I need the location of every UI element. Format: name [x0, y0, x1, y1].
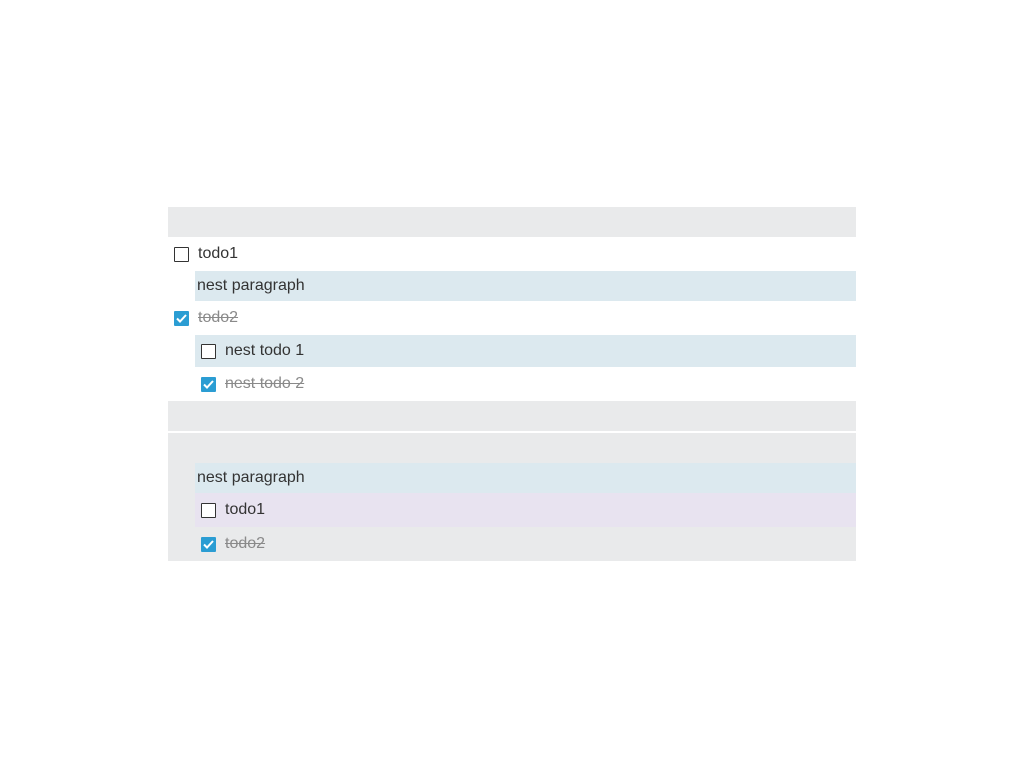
empty-block[interactable]	[168, 401, 856, 431]
nested-todo-item[interactable]: todo1	[195, 493, 856, 527]
todo-label: todo2	[198, 309, 239, 326]
todo-label: nest todo 1	[225, 342, 305, 359]
checkbox-checked-icon[interactable]	[201, 376, 216, 392]
nested-paragraph[interactable]: nest paragraph	[195, 271, 856, 301]
todo-label: todo1	[198, 245, 239, 262]
checkbox-unchecked-icon[interactable]	[201, 502, 216, 518]
nested-paragraph[interactable]: nest paragraph	[195, 463, 856, 493]
checkbox-unchecked-icon[interactable]	[174, 246, 189, 262]
empty-block[interactable]	[168, 433, 856, 463]
checkbox-checked-icon[interactable]	[174, 310, 189, 326]
paragraph-text: nest paragraph	[197, 277, 305, 294]
checkbox-checked-icon[interactable]	[201, 536, 216, 552]
todo-item[interactable]: todo1	[168, 237, 856, 271]
todo-label: todo2	[225, 535, 266, 552]
todo-item[interactable]: todo2	[168, 301, 856, 335]
checkbox-unchecked-icon[interactable]	[201, 343, 216, 359]
editor-document: todo1 nest paragraph todo2 nest todo 1 n…	[168, 207, 856, 561]
todo-label: nest todo 2	[225, 375, 305, 392]
nested-todo-item[interactable]: nest todo 1	[195, 335, 856, 367]
empty-block[interactable]	[168, 207, 856, 237]
nested-todo-item[interactable]: nest todo 2	[195, 367, 856, 401]
nested-todo-item[interactable]: todo2	[195, 527, 856, 561]
paragraph-text: nest paragraph	[197, 469, 305, 486]
todo-label: todo1	[225, 501, 266, 518]
block-group: nest paragraph todo1 todo2	[168, 433, 856, 561]
